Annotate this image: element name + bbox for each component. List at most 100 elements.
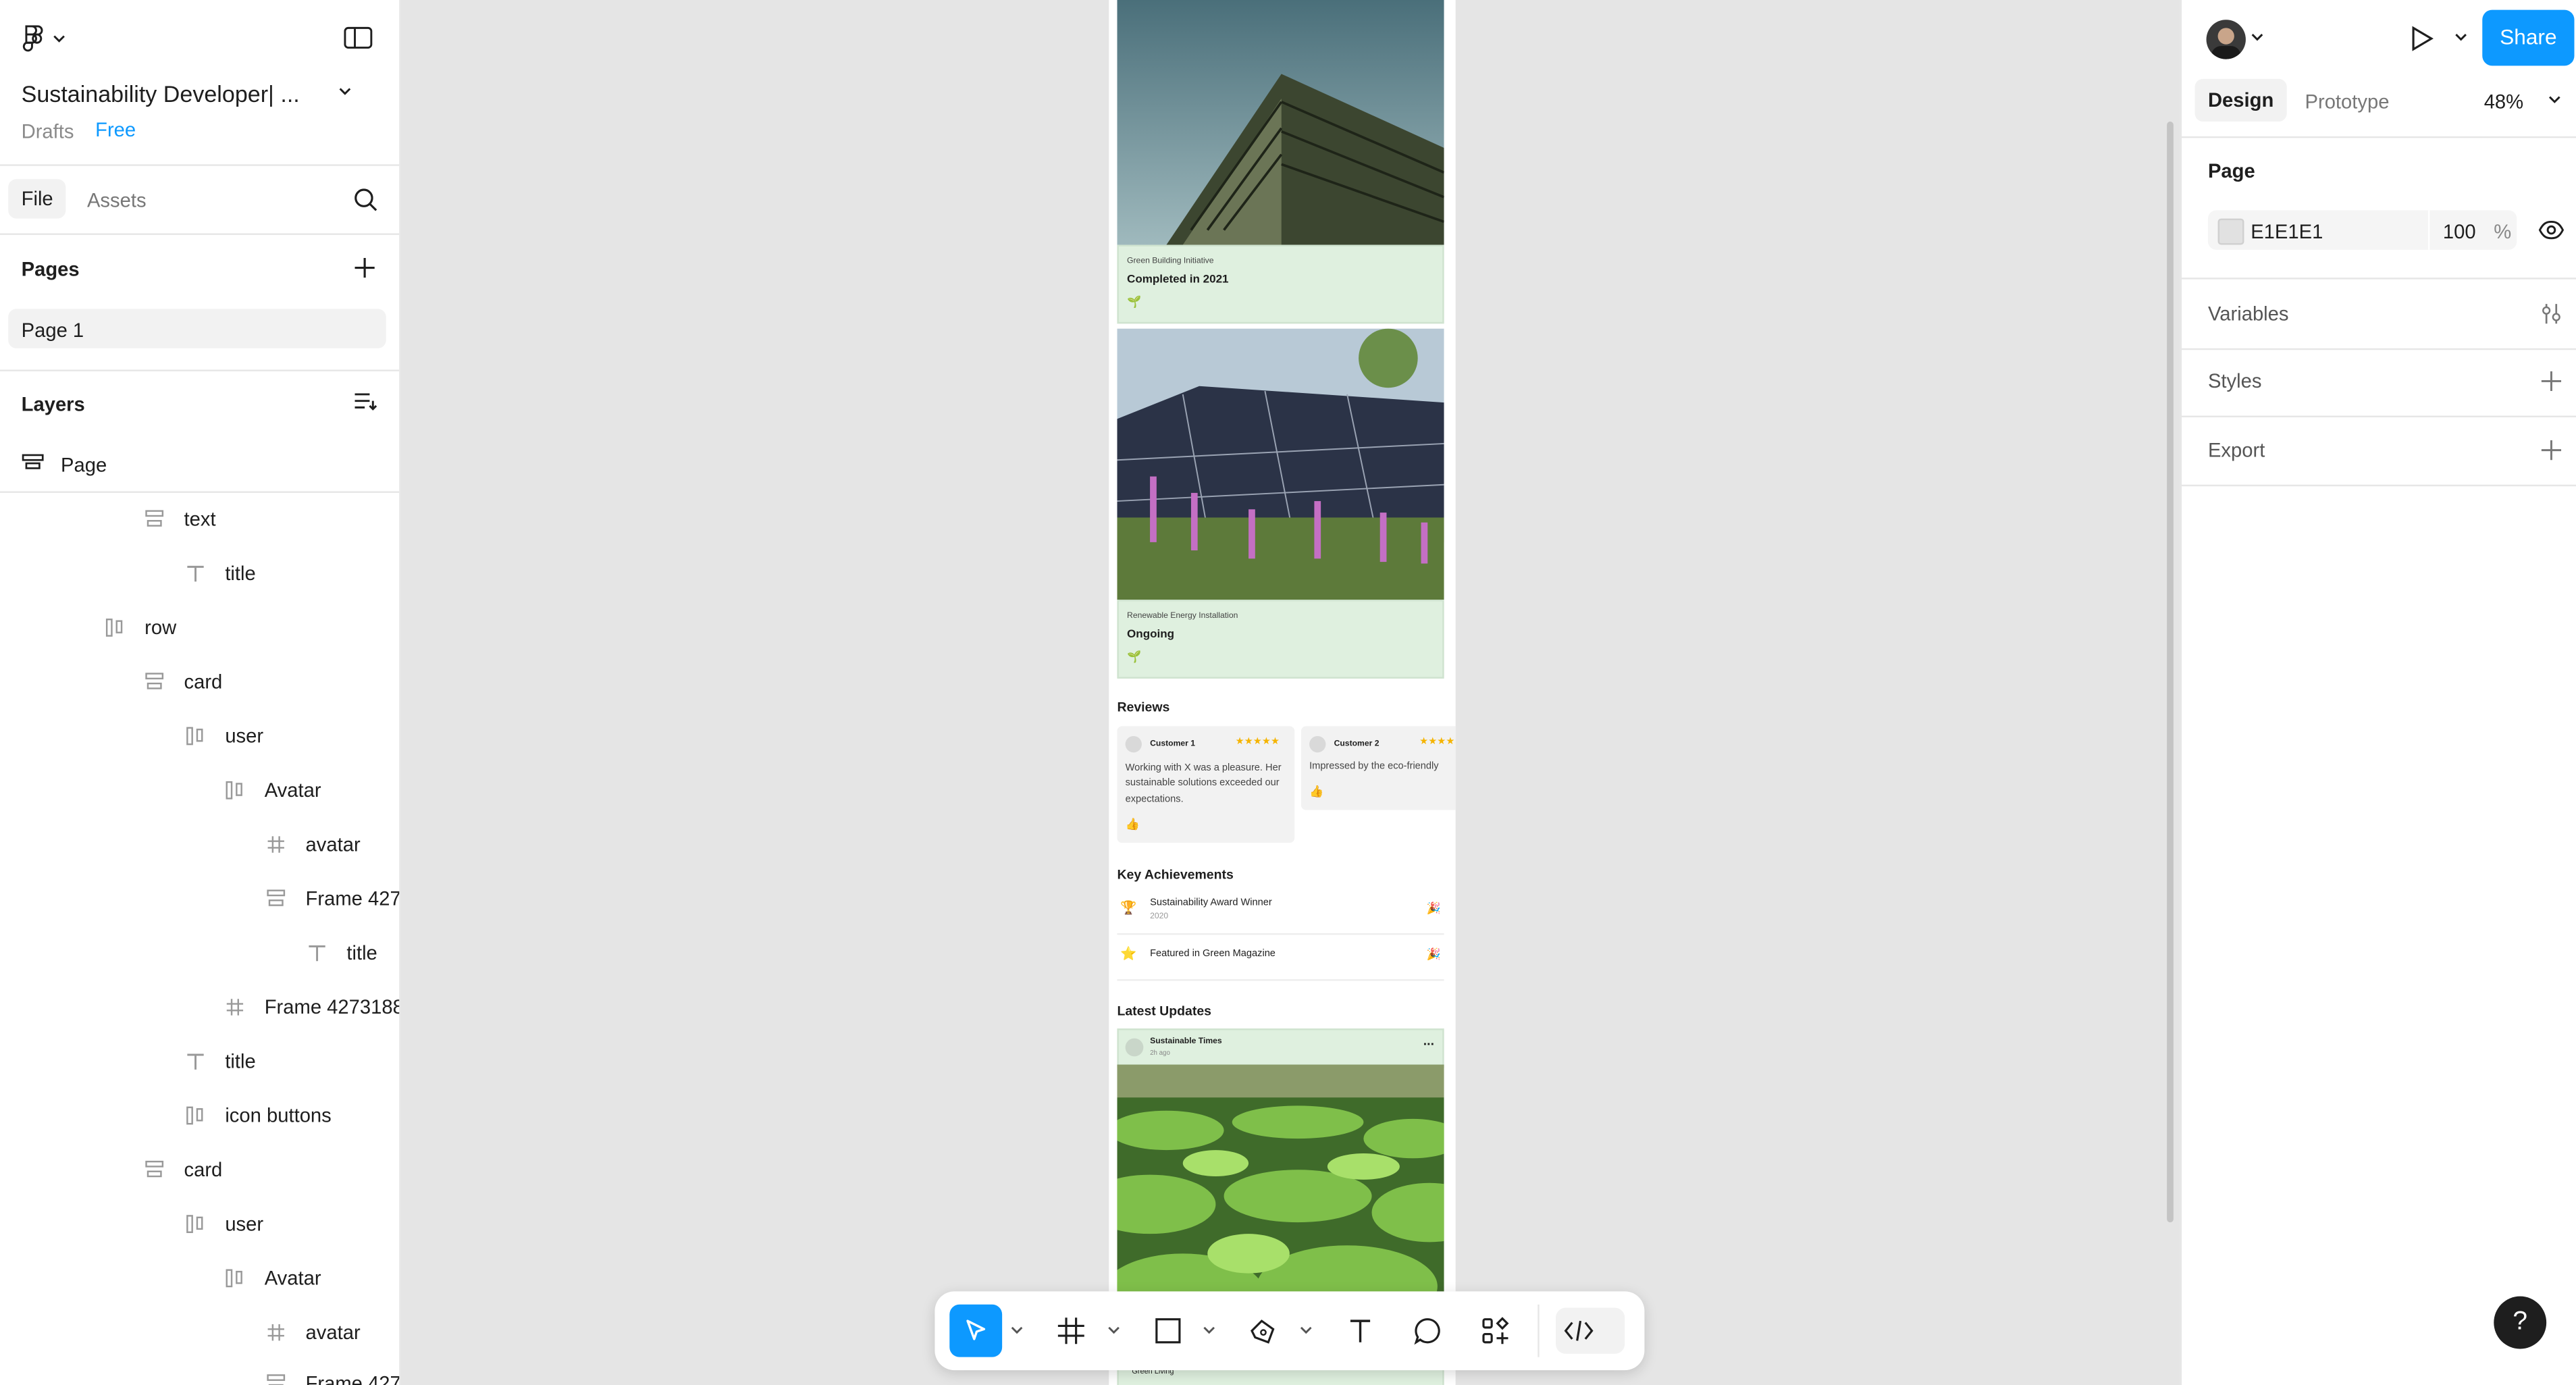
variables-settings-icon[interactable] bbox=[2540, 303, 2562, 325]
rectangle-icon bbox=[1155, 1318, 1181, 1344]
achievement-row[interactable]: 🏆 Sustainability Award Winner 2020 🎉 bbox=[1117, 891, 1444, 935]
layer-row[interactable]: title bbox=[0, 1033, 399, 1087]
review-card[interactable]: Customer 2 ★★★★★ Impressed by the eco-fr… bbox=[1300, 726, 1456, 810]
building-image bbox=[1117, 0, 1444, 245]
achievement-title: Featured in Green Magazine bbox=[1150, 949, 1276, 960]
move-tool-button[interactable] bbox=[949, 1304, 1003, 1357]
layer-row[interactable]: row bbox=[0, 600, 399, 654]
help-button[interactable]: ? bbox=[2494, 1296, 2547, 1349]
horizontal-frame-icon bbox=[186, 726, 203, 745]
achievement-year: 2020 bbox=[1150, 912, 1169, 922]
pen-tool-button[interactable] bbox=[1240, 1308, 1286, 1354]
dev-mode-toggle[interactable] bbox=[1556, 1307, 1625, 1354]
avatar bbox=[1125, 735, 1142, 753]
add-page-icon[interactable] bbox=[353, 257, 376, 280]
text-layer-icon bbox=[187, 565, 204, 581]
comment-tool-button[interactable] bbox=[1404, 1308, 1450, 1354]
tab-file[interactable]: File bbox=[8, 179, 67, 219]
page-fill-opacity[interactable]: 100 bbox=[2443, 220, 2476, 243]
plan-badge[interactable]: Free bbox=[90, 118, 141, 141]
divider bbox=[0, 369, 400, 371]
zoom-chevron-icon[interactable] bbox=[2548, 95, 2561, 105]
solar-panel-image bbox=[1117, 328, 1444, 600]
layer-row[interactable]: card bbox=[0, 1142, 399, 1196]
export-label: Export bbox=[2207, 438, 2265, 462]
file-menu-chevron-icon[interactable] bbox=[337, 86, 353, 99]
zoom-level[interactable]: 48% bbox=[2484, 90, 2523, 113]
layer-label: Avatar bbox=[264, 1265, 321, 1289]
achievement-title: Sustainability Award Winner bbox=[1150, 898, 1272, 909]
layer-label: card bbox=[184, 1157, 223, 1181]
layer-row[interactable]: Avatar bbox=[0, 762, 399, 816]
avatar bbox=[1309, 735, 1326, 753]
layer-row[interactable]: Avatar bbox=[0, 1251, 399, 1305]
file-location[interactable]: Drafts bbox=[22, 120, 74, 143]
layer-options-icon[interactable] bbox=[353, 391, 377, 414]
layer-row[interactable]: avatar bbox=[0, 1305, 399, 1359]
styles-section[interactable]: Styles bbox=[2182, 346, 2576, 417]
toggle-sidebar-icon[interactable] bbox=[343, 26, 373, 49]
layer-row[interactable]: Frame 427 bbox=[0, 1355, 399, 1385]
chevron-down-icon[interactable] bbox=[1010, 1324, 1023, 1337]
layer-row[interactable]: avatar bbox=[0, 816, 399, 870]
vertical-frame-icon bbox=[267, 889, 286, 906]
visibility-eye-icon[interactable] bbox=[2538, 219, 2565, 242]
layer-row[interactable]: title bbox=[0, 546, 399, 600]
main-menu-button[interactable] bbox=[22, 23, 68, 53]
styles-label: Styles bbox=[2207, 369, 2262, 393]
layer-row[interactable]: title bbox=[0, 925, 399, 979]
update-header[interactable]: Sustainable Times 2h ago ... bbox=[1117, 1028, 1444, 1068]
project-card[interactable]: Renewable Energy Installation Ongoing 🌱 bbox=[1117, 600, 1444, 679]
layer-row[interactable]: user bbox=[0, 708, 399, 762]
avatar bbox=[1125, 1038, 1144, 1057]
text-layer-icon bbox=[187, 1053, 204, 1069]
review-card[interactable]: Customer 1 ★★★★★ Working with X was a pl… bbox=[1117, 726, 1295, 843]
layer-row[interactable]: card bbox=[0, 654, 399, 708]
layer-root-page[interactable]: Page bbox=[61, 454, 107, 477]
user-avatar[interactable] bbox=[2206, 20, 2246, 59]
project-category: Renewable Energy Installation bbox=[1127, 611, 1238, 621]
search-icon[interactable] bbox=[353, 187, 377, 211]
thumbs-up-icon: 👍 bbox=[1309, 787, 1324, 799]
add-export-icon[interactable] bbox=[2540, 439, 2562, 462]
add-style-icon[interactable] bbox=[2540, 369, 2562, 392]
code-icon bbox=[1564, 1320, 1594, 1341]
tab-assets[interactable]: Assets bbox=[87, 189, 147, 212]
share-button[interactable]: Share bbox=[2482, 9, 2575, 66]
layer-row[interactable]: text bbox=[0, 491, 399, 545]
tab-prototype[interactable]: Prototype bbox=[2305, 90, 2389, 113]
text-tool-button[interactable] bbox=[1337, 1308, 1383, 1354]
layer-row[interactable]: Frame 4273188 bbox=[0, 979, 399, 1033]
color-swatch[interactable] bbox=[2217, 218, 2244, 245]
page-fill-field[interactable]: E1E1E1 100 % bbox=[2207, 210, 2517, 250]
export-section[interactable]: Export bbox=[2182, 416, 2576, 487]
frame-icon bbox=[226, 998, 244, 1015]
page-list-item[interactable]: Page 1 bbox=[8, 309, 386, 348]
file-name[interactable]: Sustainability Developer| ... bbox=[22, 80, 300, 107]
achievement-row[interactable]: ⭐ Featured in Green Magazine 🎉 bbox=[1117, 937, 1444, 981]
actions-tool-button[interactable] bbox=[1472, 1308, 1518, 1354]
chevron-down-icon[interactable] bbox=[1107, 1324, 1120, 1337]
layer-row[interactable]: icon buttons bbox=[0, 1088, 399, 1142]
chevron-down-icon[interactable] bbox=[1203, 1324, 1215, 1337]
layer-row[interactable]: Frame 427 bbox=[0, 870, 399, 924]
page-fill-hex[interactable]: E1E1E1 bbox=[2251, 220, 2323, 243]
chevron-down-icon[interactable] bbox=[2251, 33, 2263, 43]
figma-logo-icon bbox=[22, 25, 65, 52]
more-menu-icon[interactable]: ... bbox=[1423, 1033, 1434, 1048]
frame-tool-button[interactable] bbox=[1048, 1308, 1094, 1354]
variables-section[interactable]: Variables bbox=[2182, 278, 2576, 350]
canvas-frame[interactable]: Green Building Initiative Completed in 2… bbox=[1109, 0, 1456, 1385]
present-play-icon[interactable] bbox=[2409, 24, 2435, 52]
tab-design[interactable]: Design bbox=[2194, 78, 2287, 122]
achievements-title: Key Achievements bbox=[1117, 867, 1234, 883]
layer-label: Avatar bbox=[264, 778, 321, 802]
project-card[interactable]: Green Building Initiative Completed in 2… bbox=[1117, 244, 1444, 324]
canvas-scrollbar[interactable] bbox=[2167, 122, 2174, 1223]
project-category: Green Building Initiative bbox=[1127, 256, 1214, 267]
updates-title: Latest Updates bbox=[1117, 1003, 1211, 1019]
rectangle-tool-button[interactable] bbox=[1145, 1308, 1191, 1354]
chevron-down-icon[interactable] bbox=[2454, 33, 2467, 43]
chevron-down-icon[interactable] bbox=[1300, 1324, 1313, 1337]
layer-row[interactable]: user bbox=[0, 1196, 399, 1250]
